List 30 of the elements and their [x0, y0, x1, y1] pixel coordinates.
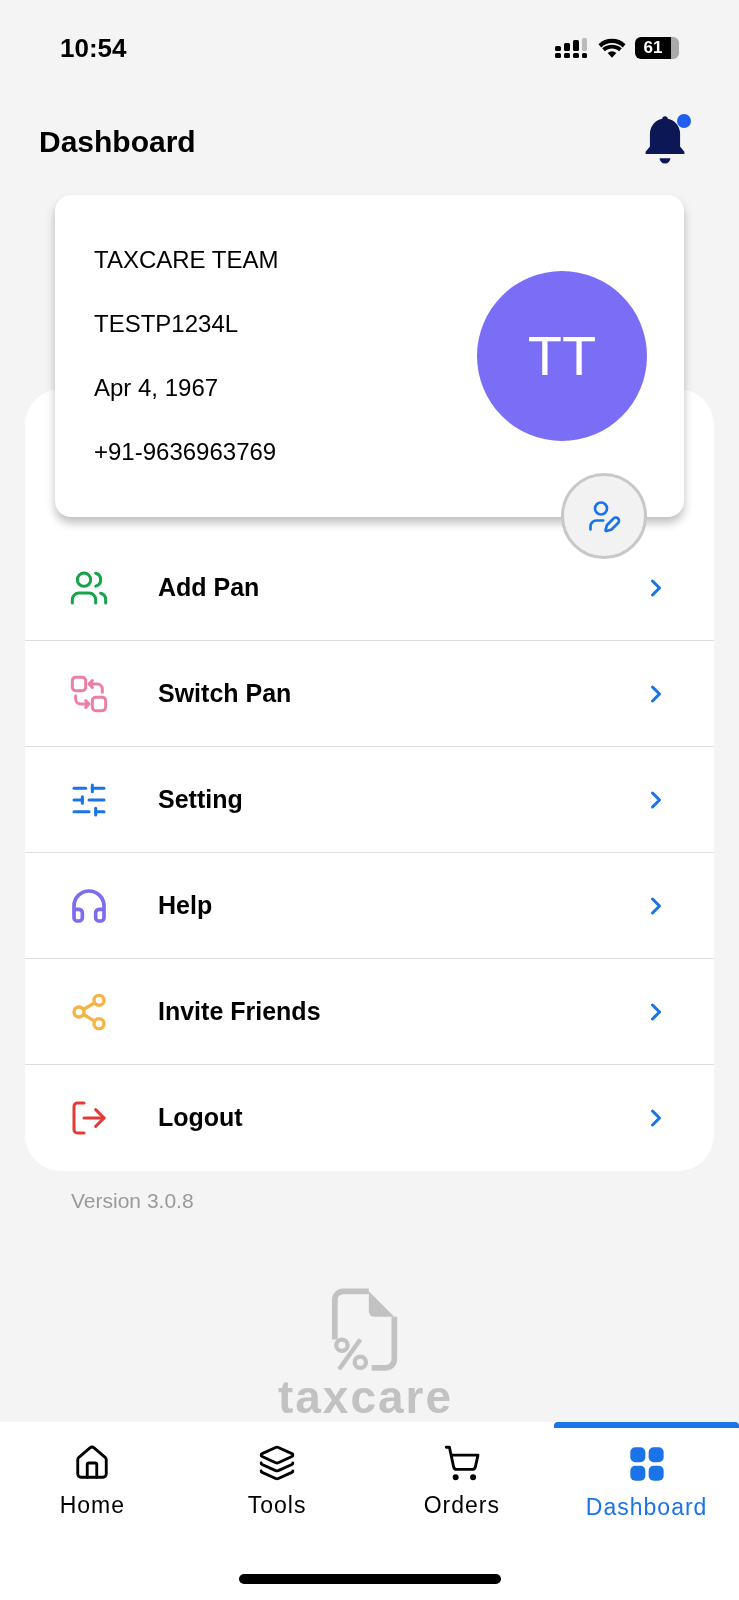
profile-name: TAXCARE TEAM	[94, 245, 279, 275]
menu-label: Switch Pan	[158, 677, 293, 709]
menu-item[interactable]: Switch Pan	[25, 641, 714, 747]
nav-tab[interactable]: Dashboard	[554, 1422, 739, 1540]
nav-tab[interactable]: Tools	[184, 1422, 370, 1540]
menu-item[interactable]: Add Pan	[25, 535, 714, 641]
menu-item[interactable]: Logout	[25, 1065, 714, 1171]
profile-dob: Apr 4, 1967	[94, 373, 220, 403]
avatar: TT	[477, 271, 647, 441]
menu-label: Setting	[158, 783, 244, 815]
battery-indicator: 61	[635, 37, 679, 59]
menu-label: Invite Friends	[158, 995, 322, 1027]
menu-label: Help	[158, 889, 214, 921]
nav-tab[interactable]: Orders	[369, 1422, 555, 1540]
version-text: Version 3.0.8	[71, 1188, 195, 1214]
nav-tab[interactable]: Home	[0, 1422, 185, 1540]
page-title: Dashboard	[39, 123, 196, 160]
user-edit-icon	[586, 498, 622, 534]
menu-label: Logout	[158, 1102, 244, 1134]
profile-phone: +91-9636963769	[94, 437, 278, 467]
layers-icon	[258, 1444, 297, 1482]
profile-pan: TESTP1234L	[94, 309, 240, 339]
menu-label: Add Pan	[158, 571, 261, 603]
menu-item[interactable]: Help	[25, 853, 714, 959]
signal-icon	[555, 38, 589, 58]
menu-item[interactable]: Invite Friends	[25, 959, 714, 1065]
menu-item[interactable]: Setting	[25, 747, 714, 853]
status-time: 10:54	[60, 31, 127, 65]
cart-icon	[442, 1444, 481, 1482]
wifi-icon	[597, 37, 627, 59]
